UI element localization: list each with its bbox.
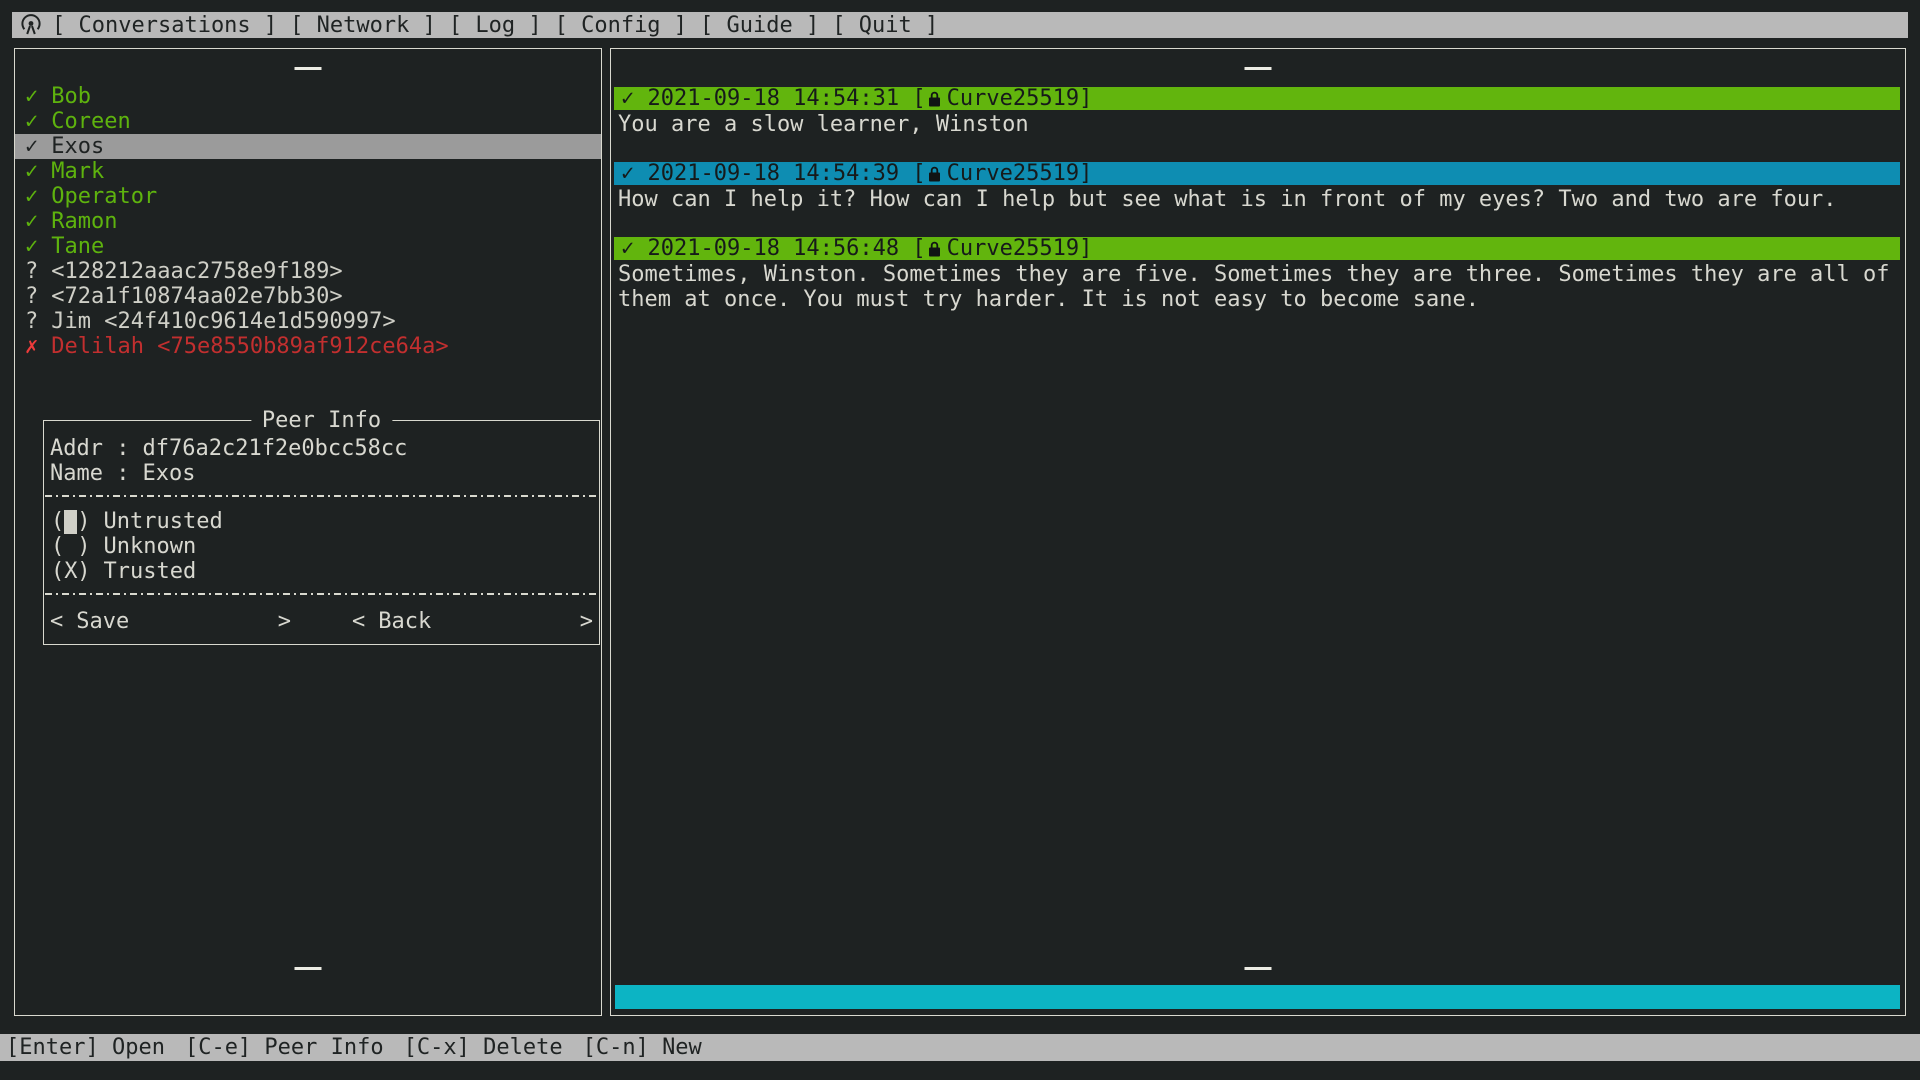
chat-panel: ✓ 2021-09-18 14:54:31 [Curve25519] You a… (610, 48, 1906, 1016)
status-hint-peer-info: [C-e] Peer Info (185, 1035, 384, 1060)
verified-check-icon: ✓ (25, 209, 38, 234)
left-arrow: < (352, 609, 365, 634)
peer-info-title: Peer Info (251, 408, 392, 433)
contact-row-delilah[interactable]: ✗Delilah <75e8550b89af912ce64a> (15, 334, 601, 359)
peer-info-box: Peer Info Addr :df76a2c21f2e0bcc58cc Nam… (43, 420, 600, 645)
broadcast-icon (19, 13, 43, 37)
lock-icon (928, 91, 941, 107)
right-arrow: > (278, 609, 291, 634)
contact-row-unknown-1[interactable]: ?<128212aaac2758e9f189> (15, 259, 601, 284)
trust-radio-group: ()Untrusted ( )Unknown (X)Trusted (44, 509, 599, 584)
verified-check-icon: ✓ (25, 184, 38, 209)
status-hint-new: [C-n] New (583, 1035, 702, 1060)
menu-item-log[interactable]: [ Log ] (449, 13, 542, 38)
radio-untrusted[interactable]: ()Untrusted (44, 509, 599, 534)
separator-line (45, 593, 598, 595)
message-block: ✓ 2021-09-18 14:56:48 [Curve25519] Somet… (611, 237, 1905, 312)
status-hint-open: [Enter] Open (6, 1035, 165, 1060)
radio-state-checked: X (64, 559, 77, 584)
separator-line (45, 495, 598, 497)
message-area: ✓ 2021-09-18 14:54:31 [Curve25519] You a… (611, 49, 1905, 1015)
back-button[interactable]: <Back> (352, 609, 593, 634)
message-body: You are a slow learner, Winston (611, 112, 1905, 137)
contact-row-operator[interactable]: ✓Operator (15, 184, 601, 209)
contact-row-ramon[interactable]: ✓Ramon (15, 209, 601, 234)
unknown-question-icon: ? (25, 284, 38, 309)
peer-name-line: Name : Exos (44, 461, 599, 486)
name-label: Name : (50, 461, 129, 486)
conversations-panel: ✓Bob ✓Coreen ✓Exos ✓Mark ✓Operator ✓Ramo… (14, 48, 602, 1016)
scroll-up-indicator (295, 67, 322, 70)
message-header: ✓ 2021-09-18 14:54:39 [Curve25519] (614, 162, 1900, 185)
menu-item-quit[interactable]: [ Quit ] (832, 13, 938, 38)
contact-row-exos-selected[interactable]: ✓Exos (15, 134, 601, 159)
message-body: Sometimes, Winston. Sometimes they are f… (611, 262, 1905, 312)
left-arrow: < (50, 609, 63, 634)
radio-cursor-block (64, 510, 77, 534)
message-body: How can I help it? How can I help but se… (611, 187, 1905, 212)
peer-addr-line: Addr : df76a2c21f2e0bcc58cc (44, 436, 599, 461)
menu-item-conversations[interactable]: [ Conversations ] (52, 13, 277, 38)
statusbar: [Enter] Open [C-e] Peer Info [C-x] Delet… (0, 1034, 1920, 1061)
verified-check-icon: ✓ (25, 84, 38, 109)
unknown-question-icon: ? (25, 259, 38, 284)
contact-list: ✓Bob ✓Coreen ✓Exos ✓Mark ✓Operator ✓Ramo… (15, 84, 601, 359)
menu-item-network[interactable]: [ Network ] (290, 13, 436, 38)
lock-icon (928, 241, 941, 257)
status-hint-delete: [C-x] Delete (404, 1035, 563, 1060)
radio-unknown[interactable]: ( )Unknown (44, 534, 599, 559)
save-button[interactable]: <Save> (50, 609, 291, 634)
contact-row-mark[interactable]: ✓Mark (15, 159, 601, 184)
verified-check-icon: ✓ (25, 109, 38, 134)
verified-check-icon: ✓ (25, 134, 38, 159)
menu-item-guide[interactable]: [ Guide ] (700, 13, 819, 38)
message-header: ✓ 2021-09-18 14:56:48 [Curve25519] (614, 237, 1900, 260)
message-input-bar[interactable] (615, 985, 1900, 1009)
name-value: Exos (142, 461, 195, 486)
message-block: ✓ 2021-09-18 14:54:39 [Curve25519] How c… (611, 162, 1905, 212)
radio-state-empty (64, 534, 77, 559)
message-header: ✓ 2021-09-18 14:54:31 [Curve25519] (614, 87, 1900, 110)
radio-trusted[interactable]: (X)Trusted (44, 559, 599, 584)
menubar: [ Conversations ] [ Network ] [ Log ] [ … (12, 12, 1908, 38)
blocked-x-icon: ✗ (25, 334, 38, 359)
addr-label: Addr : (50, 436, 129, 461)
verified-check-icon: ✓ (25, 234, 38, 259)
message-block: ✓ 2021-09-18 14:54:31 [Curve25519] You a… (611, 87, 1905, 137)
menu-item-config[interactable]: [ Config ] (555, 13, 687, 38)
contact-row-unknown-2[interactable]: ?<72a1f10874aa02e7bb30> (15, 284, 601, 309)
right-arrow: > (580, 609, 593, 634)
verified-check-icon: ✓ (25, 159, 38, 184)
contact-row-tane[interactable]: ✓Tane (15, 234, 601, 259)
contact-row-bob[interactable]: ✓Bob (15, 84, 601, 109)
lock-icon (928, 166, 941, 182)
contact-row-jim[interactable]: ?Jim <24f410c9614e1d590997> (15, 309, 601, 334)
scroll-down-indicator (295, 967, 322, 970)
addr-value: df76a2c21f2e0bcc58cc (142, 436, 407, 461)
contact-row-coreen[interactable]: ✓Coreen (15, 109, 601, 134)
unknown-question-icon: ? (25, 309, 38, 334)
